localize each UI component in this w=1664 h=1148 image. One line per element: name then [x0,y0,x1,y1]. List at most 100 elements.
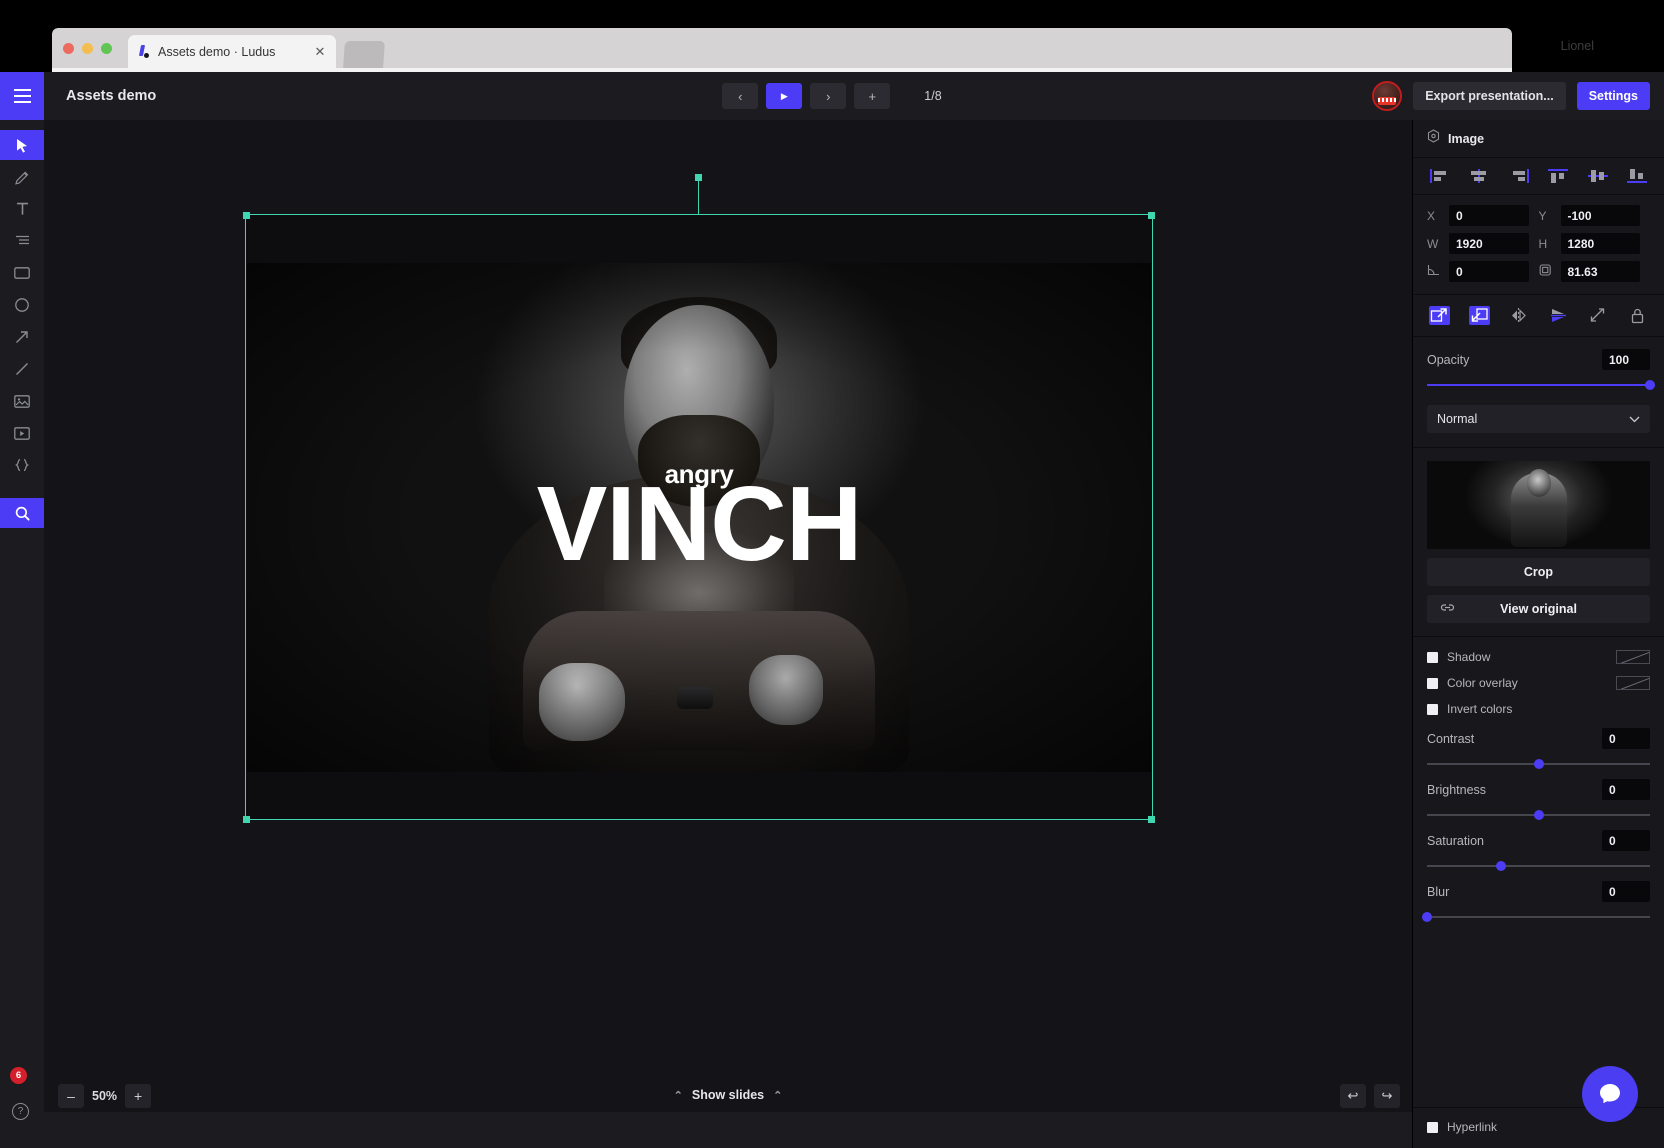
image-thumbnail[interactable] [1427,461,1650,549]
h-input[interactable]: 1280 [1561,233,1641,254]
effects-section: Shadow Color overlay Invert colors Contr… [1413,637,1664,936]
tool-rectangle[interactable] [0,258,44,288]
slide-image[interactable]: angry VINCH [247,263,1151,772]
play-presentation-button[interactable]: ▶ [766,83,802,109]
show-slides-toggle[interactable]: ⌃Show slides⌃ [44,1088,1412,1102]
document-title: Assets demo [66,88,156,104]
close-tab-icon[interactable]: ✕ [312,44,328,60]
redo-button[interactable]: ↪ [1374,1084,1400,1108]
tool-video[interactable] [0,418,44,448]
align-center-horizontal-icon[interactable] [1468,168,1490,184]
color-overlay-swatch[interactable] [1616,676,1650,690]
maximize-window-button[interactable] [101,43,112,54]
adjustment-blur: Blur 0 [1427,881,1650,923]
resize-handle-bottom-right[interactable] [1148,816,1155,823]
slide-tray[interactable] [44,1112,1412,1148]
saturation-slider[interactable] [1427,860,1650,872]
menu-hamburger-icon[interactable] [0,72,44,120]
blur-input[interactable]: 0 [1602,881,1650,902]
y-input[interactable]: -100 [1561,205,1641,226]
hyperlink-row[interactable]: Hyperlink [1427,1120,1650,1134]
invert-colors-checkbox[interactable] [1427,704,1438,715]
tool-select[interactable] [0,130,44,160]
brightness-slider[interactable] [1427,809,1650,821]
effect-row-shadow[interactable]: Shadow [1427,650,1650,664]
view-original-label: View original [1500,602,1577,616]
align-center-vertical-icon[interactable] [1587,168,1609,184]
w-input[interactable]: 1920 [1449,233,1529,254]
proportional-scale-icon[interactable] [1587,306,1608,325]
corner-radius-input[interactable]: 81.63 [1561,261,1641,282]
align-bottom-icon[interactable] [1626,168,1648,184]
shadow-color-swatch[interactable] [1616,650,1650,664]
avatar[interactable] [1372,81,1402,111]
shadow-checkbox[interactable] [1427,652,1438,663]
size-row: W 1920 H 1280 [1427,233,1650,254]
resize-handle-top-left[interactable] [243,212,250,219]
tool-image[interactable] [0,386,44,416]
minimize-window-button[interactable] [82,43,93,54]
rotation-icon [1427,264,1449,279]
new-tab-button[interactable] [343,41,385,68]
hyperlink-checkbox[interactable] [1427,1122,1438,1133]
rotate-handle[interactable] [695,174,702,181]
tool-text[interactable] [0,194,44,224]
undo-button[interactable]: ↩ [1340,1084,1366,1108]
saturation-input[interactable]: 0 [1602,830,1650,851]
bring-to-front-icon[interactable] [1429,306,1450,325]
align-right-icon[interactable] [1508,168,1530,184]
image-type-icon [1427,129,1440,148]
export-presentation-button[interactable]: Export presentation... [1413,82,1566,110]
tool-pen[interactable] [0,162,44,192]
notification-badge-wrap[interactable]: 6 [10,1067,27,1084]
shadow-label: Shadow [1447,650,1490,664]
slide-canvas[interactable]: angry VINCH [44,120,1412,1080]
browser-tab[interactable]: Assets demo · Ludus ✕ [128,35,336,68]
tool-search-assets[interactable] [0,498,44,528]
crop-button[interactable]: Crop [1427,558,1650,586]
effect-row-invert-colors[interactable]: Invert colors [1427,702,1650,716]
settings-button[interactable]: Settings [1577,82,1650,110]
browser-tab-strip: Assets demo · Ludus ✕ [52,28,1512,68]
opacity-input[interactable]: 100 [1602,349,1650,370]
image-preview-section: Crop View original [1413,448,1664,637]
effect-row-color-overlay[interactable]: Color overlay [1427,676,1650,690]
overlay-text-large: VINCH [247,471,1151,577]
adjustment-brightness: Brightness 0 [1427,779,1650,821]
flip-vertical-icon[interactable] [1548,306,1569,325]
crop-label: Crop [1524,565,1553,579]
adjustment-saturation: Saturation 0 [1427,830,1650,872]
x-input[interactable]: 0 [1449,205,1529,226]
brightness-input[interactable]: 0 [1602,779,1650,800]
contrast-input[interactable]: 0 [1602,728,1650,749]
align-top-icon[interactable] [1547,168,1569,184]
rotation-input[interactable]: 0 [1449,261,1529,282]
opacity-slider[interactable] [1427,379,1650,391]
previous-slide-button[interactable]: ‹ [722,83,758,109]
view-original-button[interactable]: View original [1427,595,1650,623]
align-left-icon[interactable] [1429,168,1451,184]
help-icon[interactable]: ? [12,1103,29,1120]
intercom-chat-button[interactable] [1582,1066,1638,1122]
send-to-back-icon[interactable] [1469,306,1490,325]
color-overlay-checkbox[interactable] [1427,678,1438,689]
add-slide-button[interactable]: + [854,83,890,109]
lock-icon[interactable] [1627,306,1648,325]
tool-text-block[interactable] [0,226,44,256]
contrast-slider[interactable] [1427,758,1650,770]
browser-tab-title: Assets demo · Ludus [158,45,312,59]
next-slide-button[interactable]: › [810,83,846,109]
transform-toolbar [1413,295,1664,337]
resize-handle-bottom-left[interactable] [243,816,250,823]
close-window-button[interactable] [63,43,74,54]
tool-embed-code[interactable] [0,450,44,480]
tool-arrow[interactable] [0,322,44,352]
position-row: X 0 Y -100 [1427,205,1650,226]
tool-line[interactable] [0,354,44,384]
blur-slider[interactable] [1427,911,1650,923]
h-label: H [1539,237,1561,251]
tool-ellipse[interactable] [0,290,44,320]
blend-mode-select[interactable]: Normal [1427,405,1650,433]
resize-handle-top-right[interactable] [1148,212,1155,219]
flip-horizontal-icon[interactable] [1508,306,1529,325]
